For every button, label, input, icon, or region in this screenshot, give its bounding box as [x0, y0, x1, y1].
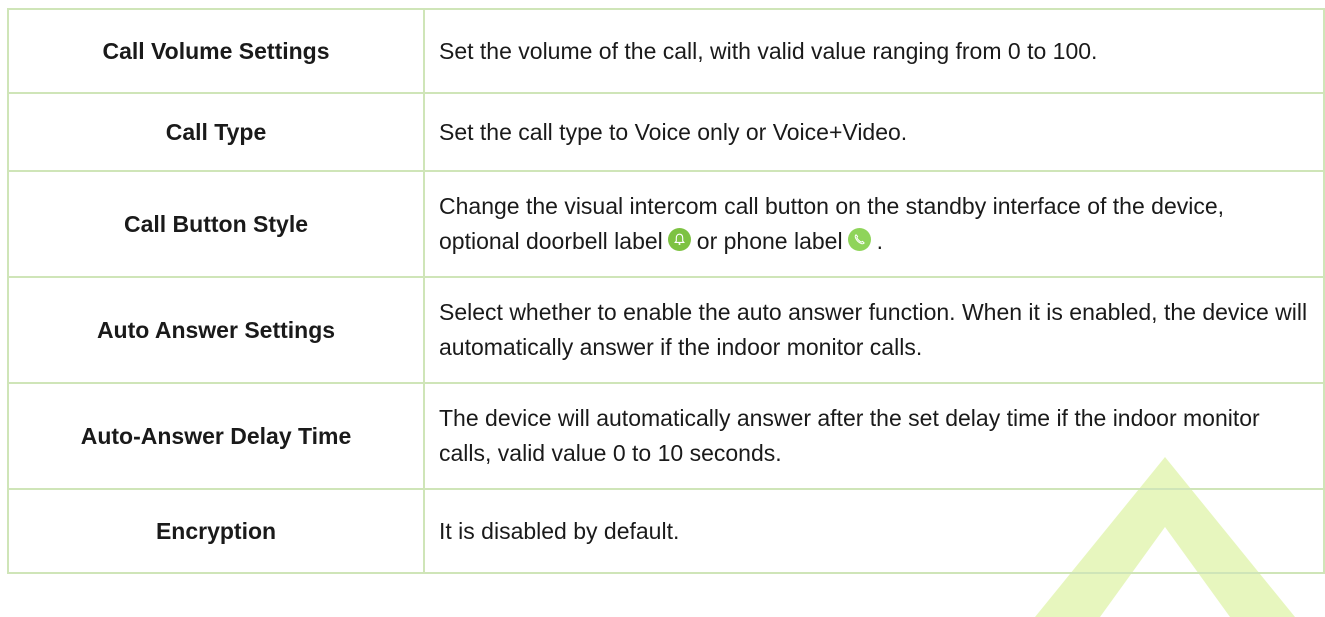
table-row: Auto Answer Settings Select whether to e…	[7, 276, 1325, 384]
phone-icon	[847, 228, 871, 251]
setting-name-call-volume: Call Volume Settings	[7, 8, 425, 94]
table-row: Encryption It is disabled by default.	[7, 488, 1325, 574]
settings-table: Call Volume Settings Set the volume of t…	[7, 8, 1325, 574]
setting-description-encryption: It is disabled by default.	[423, 488, 1325, 574]
table-row: Auto-Answer Delay Time The device will a…	[7, 382, 1325, 490]
setting-description-auto-answer: Select whether to enable the auto answer…	[423, 276, 1325, 384]
setting-name-call-button-style: Call Button Style	[7, 170, 425, 278]
table-row: Call Volume Settings Set the volume of t…	[7, 8, 1325, 94]
table-row: Call Type Set the call type to Voice onl…	[7, 92, 1325, 172]
setting-description-call-button-style: Change the visual intercom call button o…	[423, 170, 1325, 278]
setting-description-auto-answer-delay: The device will automatically answer aft…	[423, 382, 1325, 490]
setting-description-call-type: Set the call type to Voice only or Voice…	[423, 92, 1325, 172]
table-row: Call Button Style Change the visual inte…	[7, 170, 1325, 278]
doorbell-icon	[667, 228, 691, 251]
setting-description-call-volume: Set the volume of the call, with valid v…	[423, 8, 1325, 94]
setting-name-auto-answer: Auto Answer Settings	[7, 276, 425, 384]
setting-name-call-type: Call Type	[7, 92, 425, 172]
description-text: or phone label	[696, 228, 843, 254]
description-text: .	[876, 228, 883, 254]
setting-name-encryption: Encryption	[7, 488, 425, 574]
setting-name-auto-answer-delay: Auto-Answer Delay Time	[7, 382, 425, 490]
